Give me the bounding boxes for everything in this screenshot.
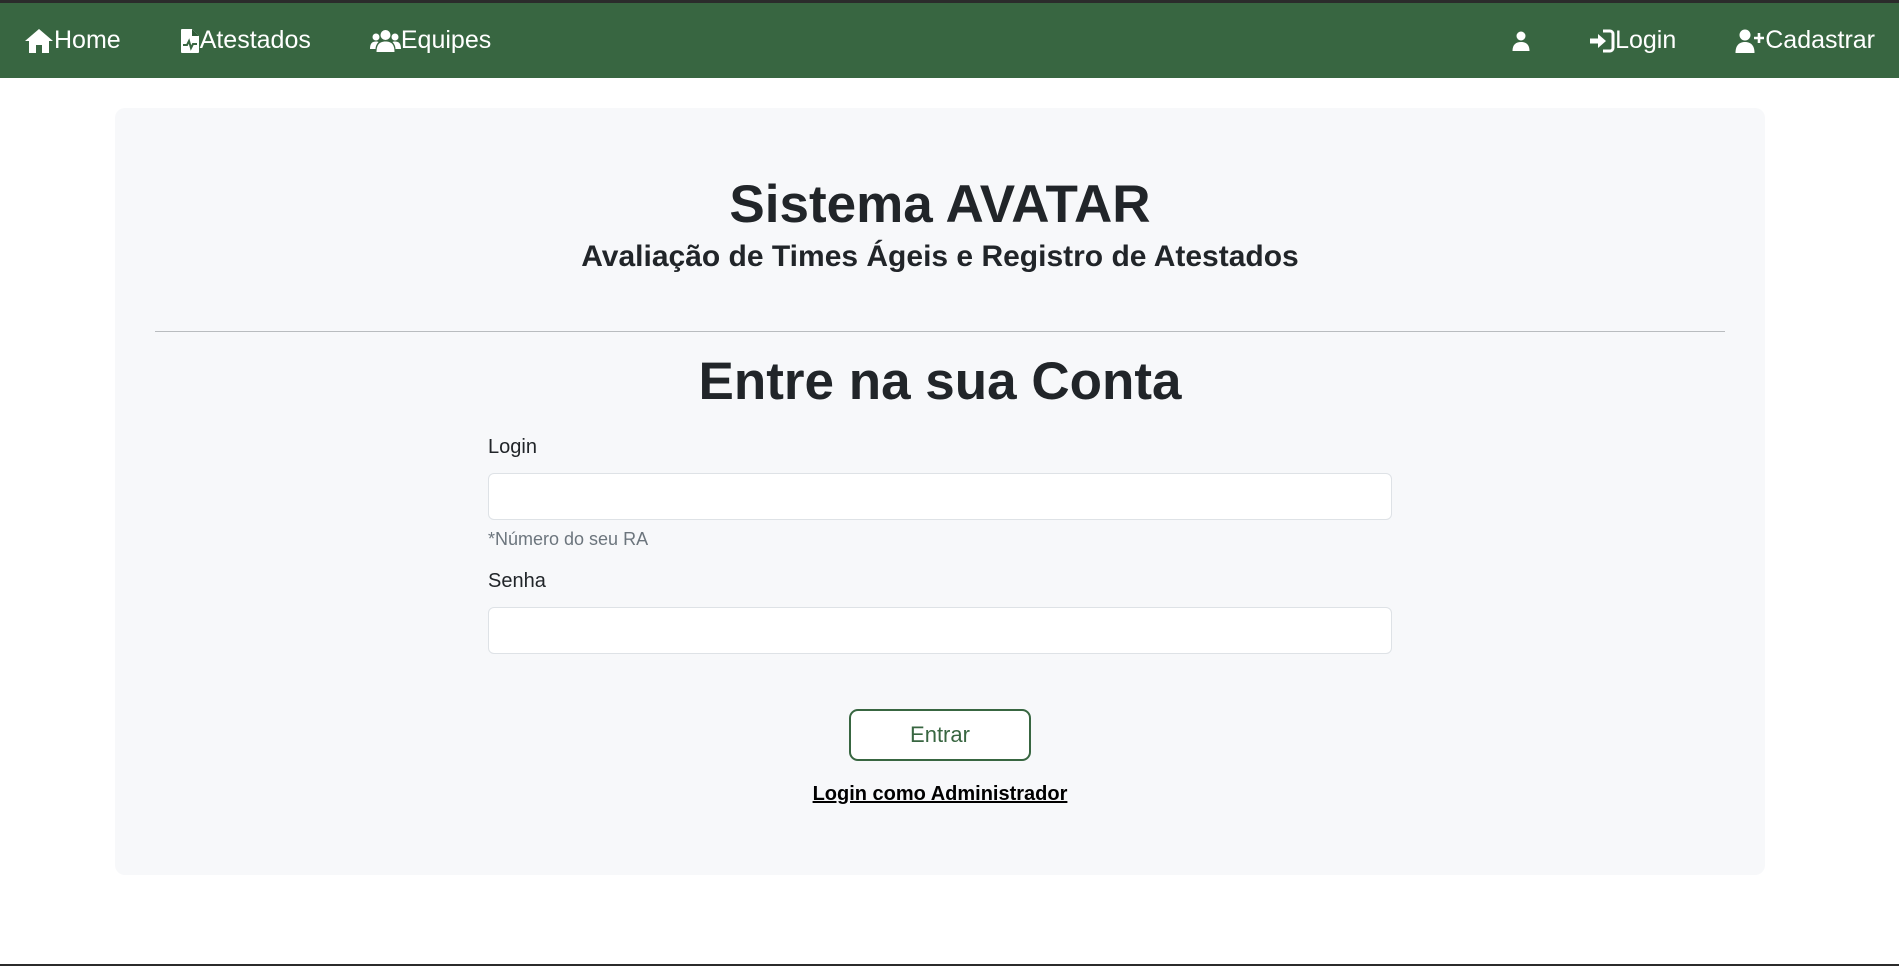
- senha-field-label: Senha: [488, 570, 546, 592]
- form-title: Entre na sua Conta: [698, 352, 1182, 411]
- user-plus-icon: [1735, 29, 1765, 53]
- user-icon: [1512, 31, 1530, 51]
- admin-login-row: Login como Administrador: [115, 783, 1765, 806]
- users-icon: [369, 29, 401, 53]
- login-form: Login *Número do seu RA Senha: [488, 436, 1392, 654]
- login-field-label: Login: [488, 436, 537, 458]
- senha-input[interactable]: [488, 607, 1392, 654]
- login-card: Sistema AVATAR Avaliação de Times Ágeis …: [115, 108, 1765, 875]
- file-medical-icon: [180, 28, 200, 54]
- section-divider: [155, 331, 1725, 332]
- nav-left-group: Home Atestados Equipes: [24, 26, 550, 55]
- login-help-text: *Número do seu RA: [488, 529, 649, 549]
- page-title: Sistema AVATAR: [729, 175, 1151, 234]
- page-subtitle: Avaliação de Times Ágeis e Registro de A…: [581, 240, 1299, 273]
- top-navbar: Home Atestados Equipes Login Cadastrar: [0, 3, 1899, 78]
- nav-login-label: Login: [1615, 26, 1677, 54]
- admin-login-link[interactable]: Login como Administrador: [813, 783, 1068, 805]
- nav-profile-link[interactable]: [1512, 31, 1530, 51]
- nav-login-link[interactable]: Login: [1589, 26, 1676, 55]
- nav-atestados-label: Atestados: [199, 26, 311, 54]
- nav-cadastrar-link[interactable]: Cadastrar: [1735, 26, 1875, 55]
- login-input[interactable]: [488, 473, 1392, 520]
- nav-home-label: Home: [54, 26, 121, 54]
- nav-atestados-link[interactable]: Atestados: [180, 26, 311, 55]
- nav-cadastrar-label: Cadastrar: [1765, 26, 1875, 54]
- nav-home-link[interactable]: Home: [24, 26, 121, 55]
- nav-right-group: Login Cadastrar: [1453, 26, 1875, 55]
- nav-equipes-link[interactable]: Equipes: [369, 26, 492, 55]
- nav-equipes-label: Equipes: [400, 26, 492, 54]
- home-icon: [24, 28, 54, 54]
- sign-in-icon: [1589, 29, 1615, 53]
- entrar-button[interactable]: Entrar: [849, 709, 1031, 761]
